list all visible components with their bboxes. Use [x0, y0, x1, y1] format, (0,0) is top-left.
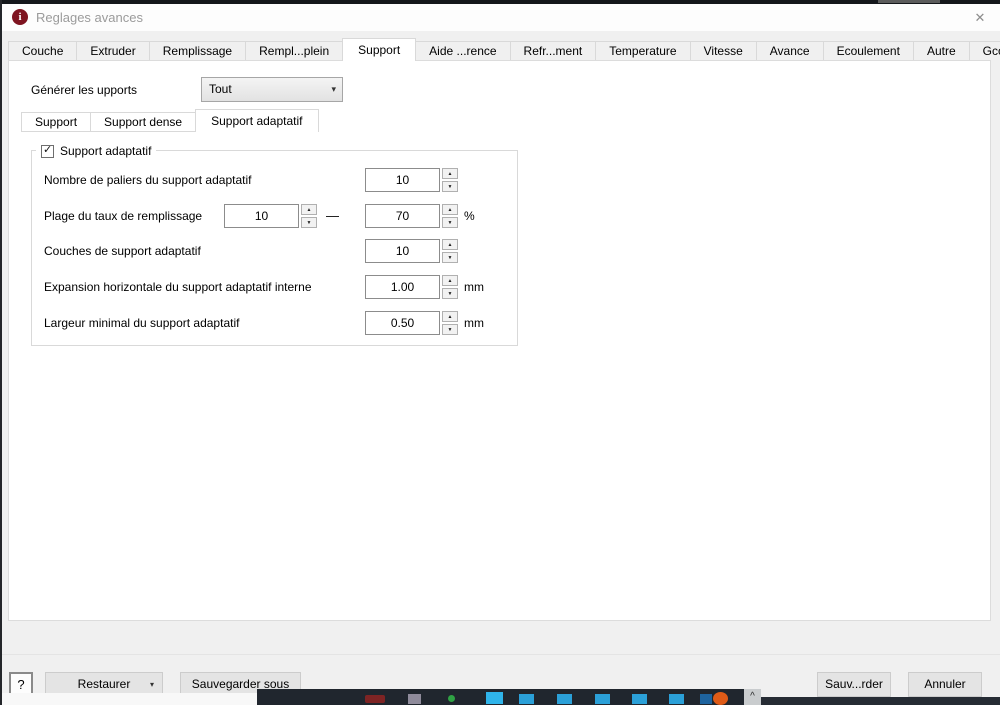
spinner-buttons: ▲ ▼	[442, 275, 458, 299]
window-top-edge-highlight	[878, 0, 940, 3]
generate-supports-dropdown[interactable]: Tout ▾	[201, 77, 343, 102]
spinner-buttons: ▲ ▼	[442, 204, 458, 228]
generate-supports-value: Tout	[209, 82, 232, 96]
spin-up-icon[interactable]: ▲	[442, 239, 458, 250]
teal-window-icon[interactable]	[595, 694, 610, 704]
blue-window-icon[interactable]	[700, 694, 712, 704]
main-tabbar: Couche Extruder Remplissage Rempl...plei…	[8, 38, 1000, 61]
setting-row: Nombre de paliers du support adaptatif 1…	[32, 168, 517, 192]
tab-support[interactable]: Support	[342, 38, 417, 61]
taskbar-chevron-up-icon[interactable]: ^	[744, 689, 761, 705]
spin-up-icon[interactable]: ▲	[301, 204, 317, 215]
tab-remplissage[interactable]: Remplissage	[148, 41, 247, 60]
orange-app-icon[interactable]	[713, 692, 728, 705]
groupbox-title: ✓ Support adaptatif	[36, 143, 157, 159]
teal-window-icon[interactable]	[486, 692, 503, 704]
plage-min-input[interactable]: 10	[224, 204, 299, 228]
tab-extruder[interactable]: Extruder	[76, 41, 150, 60]
spin-down-icon[interactable]: ▼	[442, 181, 458, 192]
tab-temperature[interactable]: Temperature	[595, 41, 691, 60]
tab-rempl-plein[interactable]: Rempl...plein	[245, 41, 344, 60]
support-adaptatif-checkbox[interactable]: ✓	[41, 143, 54, 158]
unit-label: %	[464, 209, 475, 223]
tab-aide-rence[interactable]: Aide ...rence	[415, 41, 511, 60]
window-left-edge	[0, 0, 2, 705]
app-logo-icon: i	[12, 9, 28, 25]
support-adaptatif-groupbox: ✓ Support adaptatif Nombre de paliers du…	[31, 143, 518, 346]
spinner-buttons: ▲ ▼	[442, 168, 458, 192]
setting-row: Couches de support adaptatif 10 ▲ ▼	[32, 239, 517, 263]
cancel-button[interactable]: Annuler	[908, 672, 982, 697]
expansion-label: Expansion horizontale du support adaptat…	[44, 280, 312, 294]
spin-up-icon[interactable]: ▲	[442, 311, 458, 322]
subtab-support[interactable]: Support	[21, 112, 92, 132]
tab-couche[interactable]: Couche	[8, 41, 78, 60]
spin-up-icon[interactable]: ▲	[442, 275, 458, 286]
tab-gcode[interactable]: Gcode	[968, 41, 1000, 60]
paliers-label: Nombre de paliers du support adaptatif	[44, 173, 252, 187]
generate-supports-row: Générer les upports Tout ▾	[9, 77, 990, 102]
support-subtabbar: Support Support dense Support adaptatif	[21, 109, 319, 132]
spinner-buttons: ▲ ▼	[301, 204, 317, 228]
generate-supports-label: Générer les upports	[31, 83, 138, 97]
subtab-support-dense[interactable]: Support dense	[90, 112, 197, 132]
paliers-input[interactable]: 10	[365, 168, 440, 192]
spin-up-icon[interactable]: ▲	[442, 168, 458, 179]
largeur-label: Largeur minimal du support adaptatif	[44, 316, 240, 330]
checkmark-icon: ✓	[43, 143, 53, 156]
setting-row: Largeur minimal du support adaptatif 0.5…	[32, 311, 517, 335]
support-tab-panel: Générer les upports Tout ▾ Support Suppo…	[8, 60, 991, 621]
spin-down-icon[interactable]: ▼	[442, 252, 458, 263]
spin-down-icon[interactable]: ▼	[442, 324, 458, 335]
unit-label: mm	[464, 316, 484, 330]
tab-avance[interactable]: Avance	[755, 41, 824, 60]
unit-label: mm	[464, 280, 484, 294]
range-dash: —	[326, 208, 339, 223]
expansion-input[interactable]: 1.00	[365, 275, 440, 299]
couches-input[interactable]: 10	[365, 239, 440, 263]
teal-window-icon[interactable]	[669, 694, 684, 704]
groupbox-title-label: Support adaptatif	[60, 144, 152, 158]
largeur-input[interactable]: 0.50	[365, 311, 440, 335]
spin-up-icon[interactable]: ▲	[442, 204, 458, 215]
restore-button-label: Restaurer	[77, 677, 131, 691]
subtab-support-adaptatif[interactable]: Support adaptatif	[195, 109, 319, 132]
purple-app-icon[interactable]	[408, 694, 421, 704]
footer-divider	[0, 654, 1000, 655]
tab-ecoulement[interactable]: Ecoulement	[822, 41, 914, 60]
red-app-icon[interactable]	[365, 695, 385, 703]
desktop-sliver	[0, 693, 257, 705]
spin-down-icon[interactable]: ▼	[301, 217, 317, 228]
tab-autre[interactable]: Autre	[912, 41, 970, 60]
spin-down-icon[interactable]: ▼	[442, 217, 458, 228]
save-button[interactable]: Sauv...rder	[817, 672, 891, 697]
window-title: Reglages avances	[36, 10, 143, 25]
spin-down-icon[interactable]: ▼	[442, 288, 458, 299]
spinner-buttons: ▲ ▼	[442, 311, 458, 335]
setting-row: Expansion horizontale du support adaptat…	[32, 275, 517, 299]
plage-max-input[interactable]: 70	[365, 204, 440, 228]
teal-window-icon[interactable]	[632, 694, 647, 704]
couches-label: Couches de support adaptatif	[44, 244, 201, 258]
close-icon[interactable]: ✕	[968, 8, 992, 28]
teal-window-icon[interactable]	[557, 694, 572, 704]
teal-window-icon[interactable]	[519, 694, 534, 704]
tab-vitesse[interactable]: Vitesse	[689, 41, 757, 60]
taskbar-right	[761, 697, 1000, 705]
window-top-edge	[0, 0, 1000, 4]
titlebar: i Reglages avances ✕	[2, 4, 1000, 31]
spinner-buttons: ▲ ▼	[442, 239, 458, 263]
chevron-down-icon: ▾	[331, 84, 336, 94]
setting-row: Plage du taux de remplissage 10 ▲ ▼ — 70…	[32, 204, 517, 228]
green-status-icon[interactable]	[448, 695, 455, 702]
tab-refr-ment[interactable]: Refr...ment	[509, 41, 597, 60]
plage-label: Plage du taux de remplissage	[44, 209, 203, 223]
